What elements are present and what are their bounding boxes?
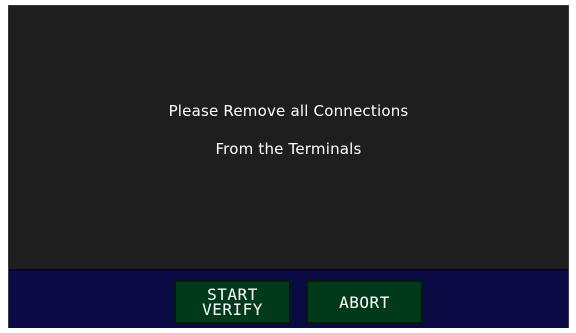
message-line-2: From the Terminals xyxy=(215,140,362,158)
abort-button[interactable]: ABORT xyxy=(306,280,423,324)
start-verify-label-line-2: VERIFY xyxy=(202,300,263,319)
start-verify-button[interactable]: START VERIFY xyxy=(174,280,291,324)
message-line-1: Please Remove all Connections xyxy=(168,102,409,120)
message-area: Please Remove all Connections From the T… xyxy=(9,6,568,269)
soft-key-bar: START VERIFY ABORT xyxy=(9,269,568,328)
abort-label: ABORT xyxy=(339,292,390,312)
instrument-screen: Please Remove all Connections From the T… xyxy=(8,5,569,328)
